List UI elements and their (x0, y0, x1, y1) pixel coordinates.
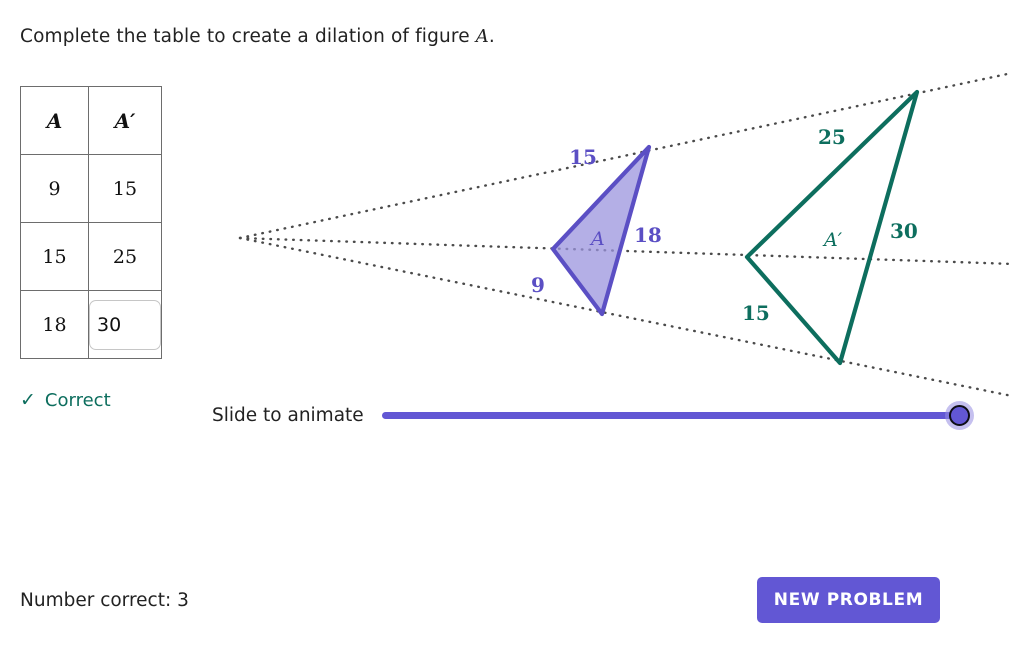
slider-thumb[interactable] (944, 401, 974, 430)
preimage-triangle (550, 144, 652, 317)
score-label: Number correct: 3 (20, 590, 189, 611)
cell-a-prime-row1: 15 (88, 154, 162, 223)
answer-input[interactable] (89, 299, 161, 350)
column-header-a: A (20, 86, 89, 155)
new-problem-button[interactable]: NEW PROBLEM (757, 577, 940, 623)
table-row: 9 15 (20, 154, 162, 223)
page-title: Complete the table to create a dilation … (20, 26, 495, 47)
table-row: 18 (20, 290, 162, 359)
dilation-ray-top (238, 71, 1014, 240)
image-figure-label: A′ (822, 229, 843, 251)
feedback-label: Correct (44, 390, 111, 411)
slider-track[interactable] (381, 412, 962, 419)
preimage-figure-label: A (589, 228, 605, 250)
table-row: 15 25 (20, 222, 162, 291)
prompt-figure-label: A (475, 26, 489, 47)
prompt-period: . (488, 26, 495, 47)
cell-a-prime-row2: 25 (88, 222, 162, 291)
dilation-table: A A′ 9 15 15 25 18 (20, 86, 162, 359)
dilation-ray-middle (238, 236, 1016, 266)
status-badge: ✓ Correct (20, 390, 111, 411)
prompt-text: Complete the table to create a dilation … (20, 26, 476, 47)
dilation-ray-bottom (238, 236, 1014, 398)
slider-label: Slide to animate (212, 404, 364, 426)
preimage-side-label-15: 15 (569, 145, 597, 169)
cell-a-row1: 9 (20, 154, 89, 223)
cell-a-row2: 15 (20, 222, 89, 291)
check-icon: ✓ (20, 389, 36, 411)
animation-slider-row: Slide to animate (212, 399, 974, 431)
cell-a-prime-row3-container (88, 290, 162, 359)
image-triangle (744, 89, 920, 366)
preimage-side-label-18: 18 (634, 223, 662, 247)
image-side-label-15: 15 (742, 301, 770, 325)
animation-slider[interactable] (381, 401, 974, 430)
image-side-label-30: 30 (890, 219, 918, 243)
cell-a-row3: 18 (20, 290, 89, 359)
column-header-a-prime: A′ (88, 86, 162, 155)
image-side-label-25: 25 (818, 125, 846, 149)
table-header-row: A A′ (20, 86, 162, 155)
preimage-side-label-9: 9 (531, 273, 545, 297)
